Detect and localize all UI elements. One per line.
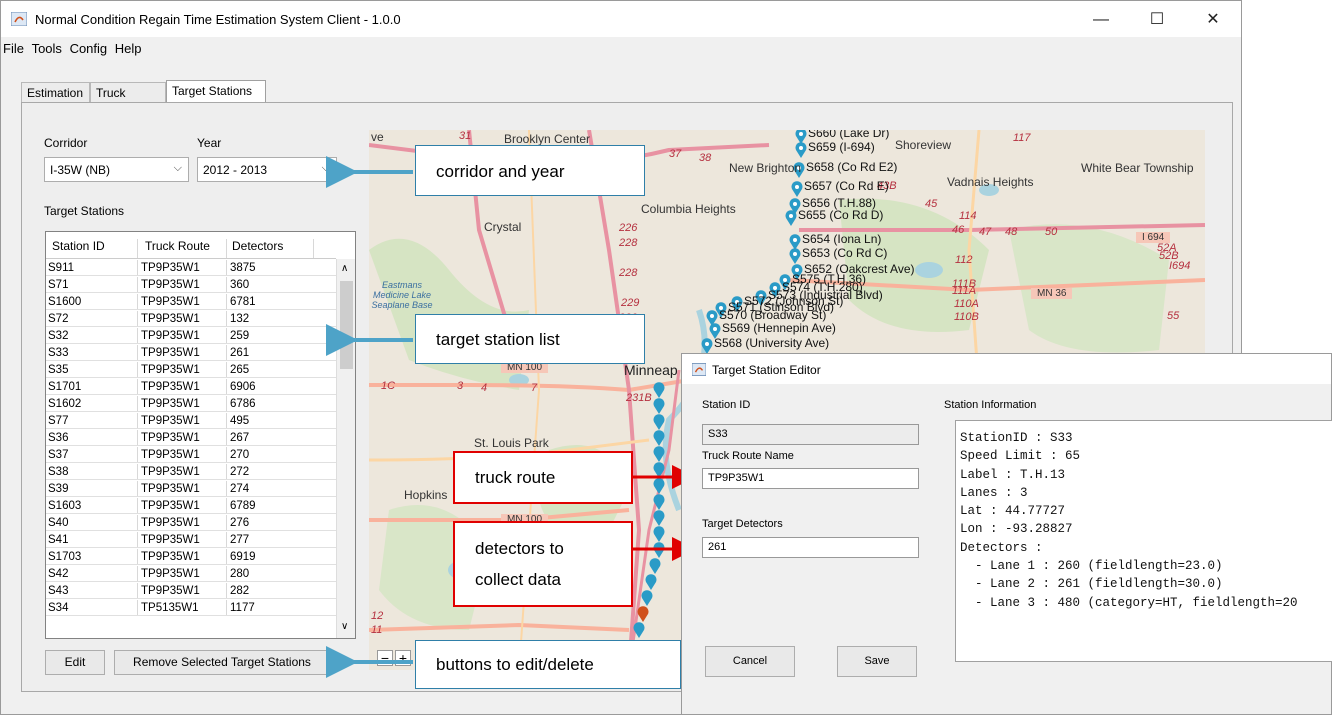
station-id-field[interactable]: S33 [702,424,919,445]
truck-route-field[interactable]: TP9P35W1 [702,468,919,489]
callout-detectors: detectors to collect data [453,521,633,607]
save-button[interactable]: Save [837,646,917,677]
station-id-label: Station ID [702,399,751,411]
station-info-label: Station Information [944,399,1037,411]
dialog-title-bar: Target Station Editor [682,354,1331,384]
callout-truck-route: truck route [453,451,633,504]
station-info-box[interactable]: StationID : S33 Speed Limit : 65 Label :… [955,420,1332,662]
target-station-editor-dialog: Target Station Editor Station ID S33 Tru… [681,353,1332,715]
java-app-icon [692,363,706,376]
callout-corridor-year: corridor and year [415,145,645,196]
cancel-button[interactable]: Cancel [705,646,795,677]
target-detectors-label: Target Detectors [702,518,783,530]
dialog-title: Target Station Editor [712,363,821,377]
station-info-text: StationID : S33 Speed Limit : 65 Label :… [960,431,1298,610]
truck-route-label: Truck Route Name [702,450,794,462]
target-detectors-field[interactable]: 261 [702,537,919,558]
callout-station-list: target station list [415,314,645,364]
callout-buttons: buttons to edit/delete [415,640,681,689]
